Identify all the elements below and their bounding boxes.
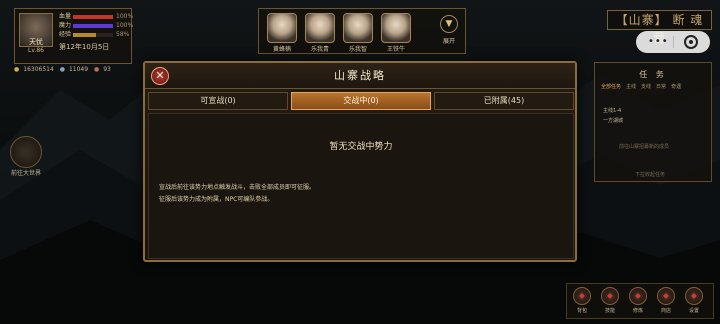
strategy-modal: 山寨战略 ✕ 可宣战(0) 交战中(0) 已附属(45) 暂无交战中势力 宣战后… bbox=[143, 61, 577, 262]
stat-exp: 经验 58% bbox=[59, 31, 130, 38]
task-tab[interactable]: 主线 bbox=[626, 84, 636, 90]
task-title: 任 务 bbox=[639, 70, 667, 79]
player-name: 天忧 bbox=[29, 38, 43, 46]
player-level: Lv.86 bbox=[28, 47, 44, 54]
tab-vassals[interactable]: 已附属(45) bbox=[434, 92, 574, 110]
stat-hp: 血量 100% bbox=[59, 13, 134, 20]
task-tabs: 全部任务 主线 支线 日常 奇遇 bbox=[601, 83, 686, 90]
coin-icon: ● bbox=[14, 66, 20, 73]
chevron-down-icon: ▼ bbox=[440, 15, 458, 33]
more-icon[interactable]: ••• bbox=[648, 37, 669, 47]
world-map-label: 前往大世界 bbox=[10, 170, 41, 177]
npc-name: 乐我青 bbox=[310, 46, 329, 53]
skill-icon: ◆ bbox=[601, 287, 619, 305]
npc-name: 黄蜂楠 bbox=[272, 46, 291, 53]
npc-portrait[interactable]: 乐我智 bbox=[341, 13, 375, 53]
mp-bar-fill bbox=[73, 24, 113, 28]
npc-face bbox=[267, 13, 297, 43]
task-panel: 任 务 全部任务 主线 支线 日常 奇遇 主线1-4 一方湖城 前往山寨招募新的成员 下… bbox=[594, 62, 712, 182]
settings-icon: ◆ bbox=[685, 287, 703, 305]
gold-amount: 16306514 bbox=[23, 66, 54, 73]
resources-row: ● 16306514 ● 11049 ● 93 bbox=[14, 66, 115, 73]
people-icon: ● bbox=[59, 66, 65, 73]
close-miniprogram-icon[interactable] bbox=[684, 35, 698, 49]
stat-mp: 魔力 100% bbox=[59, 22, 134, 29]
tool-label: 设置 bbox=[688, 308, 699, 314]
bag-icon: ◆ bbox=[573, 287, 591, 305]
hp-bar-fill bbox=[73, 15, 113, 19]
tool-label: 技能 bbox=[604, 308, 615, 314]
npc-face bbox=[305, 13, 335, 43]
tab-declarable[interactable]: 可宣战(0) bbox=[148, 92, 288, 110]
modal-title: 山寨战略 bbox=[334, 69, 386, 82]
npc-portrait[interactable]: 王铁牛 bbox=[379, 13, 413, 53]
tab-at-war[interactable]: 交战中(0) bbox=[291, 92, 431, 110]
modal-header: 山寨战略 ✕ bbox=[145, 63, 575, 89]
npc-portrait[interactable]: 乐我青 bbox=[303, 13, 337, 53]
task-tab[interactable]: 支线 bbox=[641, 84, 651, 90]
capsule-divider bbox=[673, 36, 674, 48]
shop-icon: ◆ bbox=[657, 287, 675, 305]
task-tab[interactable]: 奇遇 bbox=[671, 84, 681, 90]
location-title: 【山寨】 断 魂 营 bbox=[607, 10, 712, 45]
rule-note: 征服后该势力成为附属，NPC可编队参战。 bbox=[159, 196, 274, 203]
tool-settings-button[interactable]: ◆ 设置 bbox=[683, 287, 705, 314]
tool-bag-button[interactable]: ◆ 背包 bbox=[571, 287, 593, 314]
npc-name: 乐我智 bbox=[348, 46, 367, 53]
bottom-toolbar: ◆ 背包 ◆ 技能 ◆ 修炼 ◆ 商店 ◆ 设置 bbox=[566, 283, 714, 319]
npc-face bbox=[381, 13, 411, 43]
task-line[interactable]: 一方湖城 bbox=[603, 117, 623, 124]
task-collapse[interactable]: 下拉收起任务 bbox=[635, 171, 665, 178]
npc-name: 王铁牛 bbox=[386, 46, 405, 53]
tool-skill-button[interactable]: ◆ 技能 bbox=[599, 287, 621, 314]
close-button[interactable]: ✕ bbox=[151, 67, 169, 85]
task-tab[interactable]: 日常 bbox=[656, 84, 666, 90]
rule-note: 宣战后前往该势力地点触发战斗，击败全部成员即可征服。 bbox=[159, 184, 316, 191]
miniprogram-capsule[interactable]: ••• bbox=[636, 31, 710, 53]
empty-state-text: 暂无交战中势力 bbox=[329, 142, 393, 152]
npc-bar: 黄蜂楠 乐我青 乐我智 王铁牛 ▼ 展开 bbox=[258, 8, 466, 54]
task-tab[interactable]: 全部任务 bbox=[601, 84, 621, 90]
tool-cultivate-button[interactable]: ◆ 修炼 bbox=[627, 287, 649, 314]
task-line[interactable]: 主线1-4 bbox=[603, 107, 621, 114]
modal-body: 暂无交战中势力 宣战后前往该势力地点触发战斗，击败全部成员即可征服。 征服后该势… bbox=[148, 113, 574, 259]
task-hint: 前往山寨招募新的成员 bbox=[619, 144, 670, 150]
game-date: 第12年10月5日 bbox=[59, 43, 110, 51]
world-map-button[interactable] bbox=[10, 136, 42, 168]
gem-icon: ● bbox=[93, 66, 100, 73]
tool-shop-button[interactable]: ◆ 商店 bbox=[655, 287, 677, 314]
cultivate-icon: ◆ bbox=[629, 287, 647, 305]
tool-label: 背包 bbox=[576, 308, 587, 314]
expand-label: 展开 bbox=[442, 38, 455, 45]
tool-label: 修炼 bbox=[632, 308, 643, 314]
gem-amount: 93 bbox=[103, 66, 111, 73]
player-card[interactable]: 天忧 Lv.86 血量 100% 魔力 100% 经验 58% 第12年10月5… bbox=[14, 8, 134, 64]
population-amount: 11049 bbox=[68, 66, 89, 73]
expand-button[interactable]: ▼ 展开 bbox=[437, 15, 461, 45]
exp-bar-fill bbox=[73, 33, 97, 37]
tool-label: 商店 bbox=[660, 308, 671, 314]
npc-face bbox=[343, 13, 373, 43]
npc-portrait[interactable]: 黄蜂楠 bbox=[265, 13, 299, 53]
